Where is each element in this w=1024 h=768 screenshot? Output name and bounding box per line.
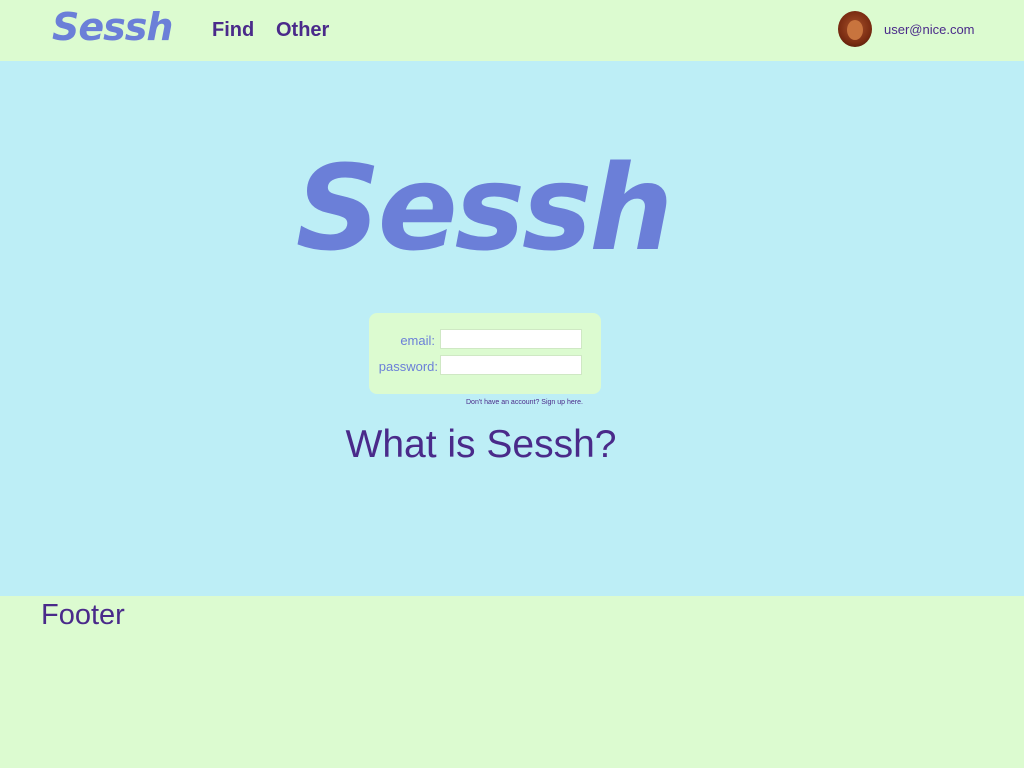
password-label: password:: [378, 359, 438, 374]
email-label: email:: [400, 333, 435, 348]
footer-title: Footer: [41, 599, 125, 631]
hero-logo: Sessh: [295, 139, 674, 277]
user-email[interactable]: user@nice.com: [884, 22, 975, 37]
main-content: Sessh email: password: Don't have an acc…: [0, 61, 1024, 596]
footer: Footer: [0, 596, 1024, 768]
password-field[interactable]: [440, 355, 582, 375]
nav-link-other[interactable]: Other: [276, 19, 329, 42]
user-avatar[interactable]: [838, 11, 872, 47]
signup-link[interactable]: Don't have an account? Sign up here.: [466, 399, 583, 406]
section-heading: What is Sessh?: [345, 423, 617, 466]
nav-link-find[interactable]: Find: [212, 19, 254, 42]
top-nav-bar: Sessh Find Other user@nice.com: [0, 0, 1024, 61]
email-field[interactable]: [440, 329, 582, 349]
site-logo[interactable]: Sessh: [52, 5, 173, 49]
login-form: email: password:: [369, 313, 601, 394]
avatar-face-icon: [847, 20, 863, 40]
